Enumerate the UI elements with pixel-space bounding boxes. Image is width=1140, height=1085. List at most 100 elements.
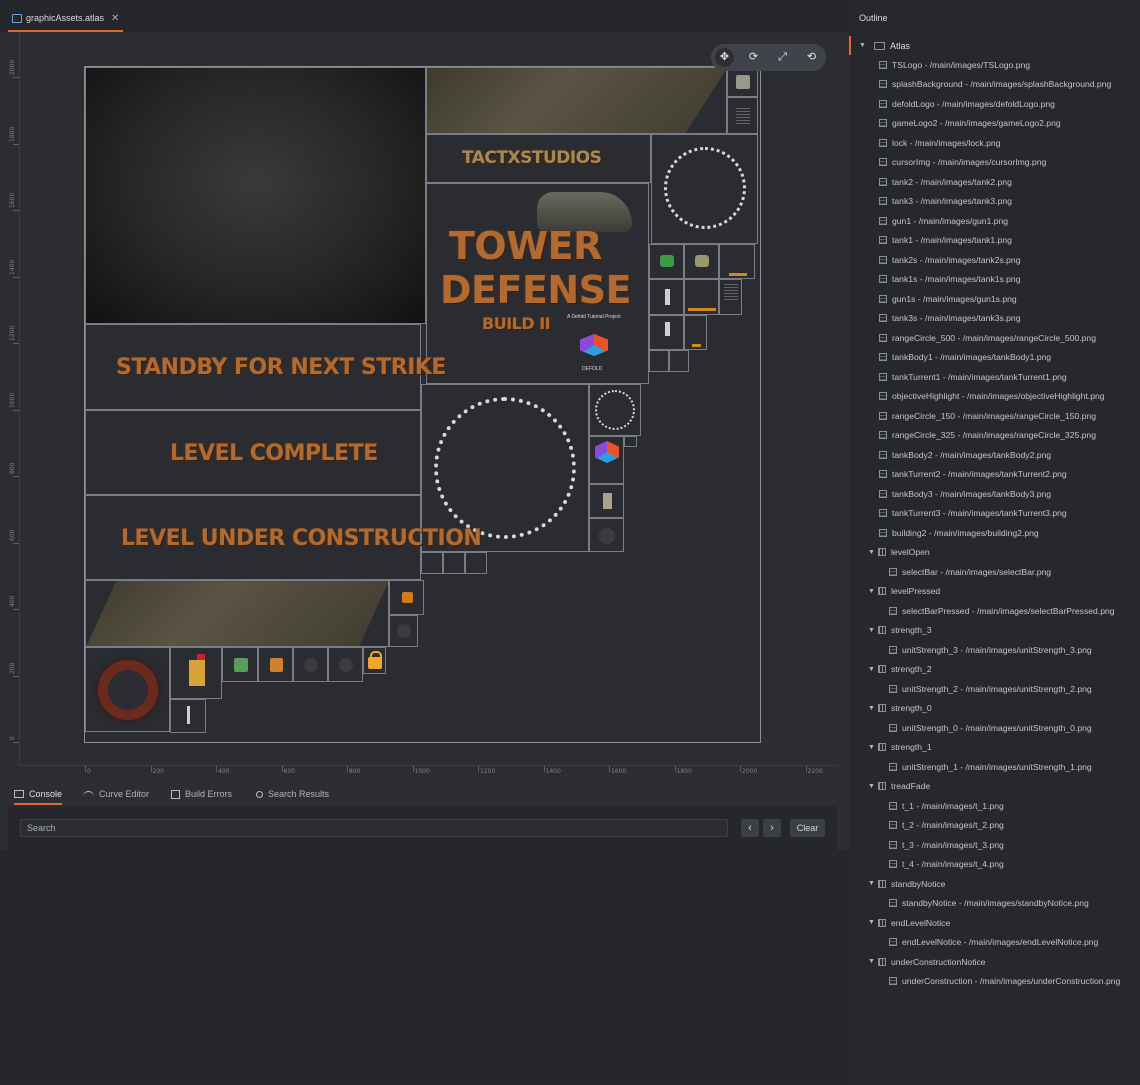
outline-image-item[interactable]: selectBar - /main/images/selectBar.png (849, 562, 1140, 582)
outline-group-item[interactable]: ▼ underConstructionNotice (849, 952, 1140, 972)
outline-image-item[interactable]: TSLogo - /main/images/TSLogo.png (849, 55, 1140, 75)
move-icon[interactable]: ✥ (715, 48, 734, 67)
outline-item-label: standbyNotice (891, 878, 946, 889)
outline-image-item[interactable]: unitStrength_3 - /main/images/unitStreng… (849, 640, 1140, 660)
outline-image-item[interactable]: tankBody1 - /main/images/tankBody1.png (849, 348, 1140, 368)
outline-image-item[interactable]: lock - /main/images/lock.png (849, 133, 1140, 153)
outline-image-item[interactable]: endLevelNotice - /main/images/endLevelNo… (849, 933, 1140, 953)
outline-image-item[interactable]: tank1s - /main/images/tank1s.png (849, 270, 1140, 290)
outline-image-item[interactable]: tank3 - /main/images/tank3.png (849, 192, 1140, 212)
outline-item-label: underConstructionNotice (891, 956, 986, 967)
outline-image-item[interactable]: cursorImg - /main/images/cursorImg.png (849, 153, 1140, 173)
outline-image-item[interactable]: tank3s - /main/images/tank3s.png (849, 309, 1140, 329)
tab-build-errors[interactable]: Build Errors (171, 785, 232, 803)
splash-defold-text: DEFOLD (582, 366, 603, 372)
image-icon (879, 314, 887, 323)
outline-group-item[interactable]: ▼ treadFade (849, 777, 1140, 797)
outline-image-item[interactable]: underConstruction - /main/images/underCo… (849, 972, 1140, 992)
outline-group-item[interactable]: ▼ strength_3 (849, 621, 1140, 641)
select-bar-pressed-image (85, 580, 389, 647)
atlas-preview[interactable]: TACTXSTUDIOS TOWER DEFENSE BUILD II A De… (84, 66, 761, 743)
tab-search-results[interactable]: Search Results (256, 785, 329, 803)
tab-console[interactable]: Console (14, 785, 63, 805)
chevron-down-icon[interactable]: ▼ (868, 627, 878, 634)
outline-item-label: gun1 - /main/images/gun1.png (892, 215, 1009, 226)
outline-image-item[interactable]: tankTurrent1 - /main/images/tankTurrent1… (849, 367, 1140, 387)
close-icon[interactable]: ✕ (111, 13, 119, 24)
outline-image-item[interactable]: rangeCircle_150 - /main/images/rangeCirc… (849, 406, 1140, 426)
ruler-y-label: 1600 (9, 192, 16, 208)
ruler-tick (543, 766, 545, 772)
scale-icon[interactable]: ⤢ (773, 48, 792, 67)
outline-image-item[interactable]: tank2s - /main/images/tank2s.png (849, 250, 1140, 270)
outline-group-item[interactable]: ▼ strength_1 (849, 738, 1140, 758)
outline-image-item[interactable]: t_3 - /main/images/t_3.png (849, 835, 1140, 855)
outline-group-item[interactable]: ▼ standbyNotice (849, 874, 1140, 894)
outline-image-item[interactable]: rangeCircle_325 - /main/images/rangeCirc… (849, 426, 1140, 446)
tab-graphic-assets-atlas[interactable]: graphicAssets.atlas ✕ (8, 6, 124, 32)
chevron-down-icon[interactable]: ▼ (868, 783, 878, 790)
outline-image-item[interactable]: unitStrength_1 - /main/images/unitStreng… (849, 757, 1140, 777)
ruler-x-label: 2000 (742, 768, 758, 775)
outline-image-item[interactable]: tank2 - /main/images/tank2.png (849, 172, 1140, 192)
animation-group-icon (878, 665, 886, 674)
outline-root-atlas[interactable]: ▼ Atlas (849, 36, 1140, 55)
tread-cell (669, 350, 689, 372)
outline-group-item[interactable]: ▼ levelPressed (849, 582, 1140, 602)
image-icon (879, 138, 887, 147)
range-circle-150-image (589, 384, 641, 436)
outline-image-item[interactable]: splashBackground - /main/images/splashBa… (849, 75, 1140, 95)
outline-image-item[interactable]: t_4 - /main/images/t_4.png (849, 855, 1140, 875)
chevron-down-icon[interactable]: ▼ (868, 666, 878, 673)
outline-group-item[interactable]: ▼ strength_2 (849, 660, 1140, 680)
outline-image-item[interactable]: standbyNotice - /main/images/standbyNoti… (849, 894, 1140, 914)
outline-item-label: TSLogo - /main/images/TSLogo.png (892, 59, 1031, 70)
objective-highlight-cell (589, 518, 624, 552)
outline-image-item[interactable]: gameLogo2 - /main/images/gameLogo2.png (849, 114, 1140, 134)
image-icon (879, 489, 887, 498)
ruler-tick (13, 609, 19, 610)
outline-image-item[interactable]: building2 - /main/images/building2.png (849, 523, 1140, 543)
image-icon (879, 450, 887, 459)
outline-image-item[interactable]: unitStrength_2 - /main/images/unitStreng… (849, 679, 1140, 699)
chevron-down-icon[interactable]: ▼ (868, 919, 878, 926)
chevron-down-icon[interactable]: ▼ (868, 705, 878, 712)
outline-image-item[interactable]: t_1 - /main/images/t_1.png (849, 796, 1140, 816)
outline-image-item[interactable]: objectiveHighlight - /main/images/object… (849, 387, 1140, 407)
chevron-down-icon[interactable]: ▼ (868, 880, 878, 887)
outline-image-item[interactable]: tankTurrent2 - /main/images/tankTurrent2… (849, 465, 1140, 485)
outline-group-item[interactable]: ▼ endLevelNotice (849, 913, 1140, 933)
previous-button[interactable]: ‹ (741, 819, 759, 837)
outline-group-item[interactable]: ▼ strength_0 (849, 699, 1140, 719)
chevron-down-icon[interactable]: ▼ (868, 958, 878, 965)
outline-image-item[interactable]: tank1 - /main/images/tank1.png (849, 231, 1140, 251)
outline-image-item[interactable]: gun1 - /main/images/gun1.png (849, 211, 1140, 231)
console-search-input[interactable]: Search (20, 819, 728, 837)
tab-curve-editor[interactable]: Curve Editor (83, 785, 149, 803)
outline-image-item[interactable]: gun1s - /main/images/gun1s.png (849, 289, 1140, 309)
image-icon (879, 158, 887, 167)
rotate-icon[interactable]: ⟳ (744, 48, 763, 67)
tank-turret-cell (589, 484, 624, 518)
reset-icon[interactable]: ⟲ (802, 48, 821, 67)
image-icon (879, 255, 887, 264)
chevron-down-icon[interactable]: ▼ (868, 588, 878, 595)
next-button[interactable]: › (763, 819, 781, 837)
outline-image-item[interactable]: t_2 - /main/images/t_2.png (849, 816, 1140, 836)
outline-image-item[interactable]: tankBody3 - /main/images/tankBody3.png (849, 484, 1140, 504)
outline-image-item[interactable]: rangeCircle_500 - /main/images/rangeCirc… (849, 328, 1140, 348)
clear-button[interactable]: Clear (790, 819, 825, 837)
outline-image-item[interactable]: selectBarPressed - /main/images/selectBa… (849, 601, 1140, 621)
outline-image-item[interactable]: tankBody2 - /main/images/tankBody2.png (849, 445, 1140, 465)
chevron-down-icon[interactable]: ▼ (868, 744, 878, 751)
chevron-down-icon[interactable]: ▼ (868, 549, 878, 556)
outline-group-item[interactable]: ▼ levelOpen (849, 543, 1140, 563)
outline-image-item[interactable]: tankTurrent3 - /main/images/tankTurrent3… (849, 504, 1140, 524)
ruler-x-label: 1000 (414, 768, 430, 775)
unit-strength-cell (684, 315, 707, 350)
outline-image-item[interactable]: defoldLogo - /main/images/defoldLogo.png (849, 94, 1140, 114)
outline-image-item[interactable]: unitStrength_0 - /main/images/unitStreng… (849, 718, 1140, 738)
outline-item-label: cursorImg - /main/images/cursorImg.png (892, 157, 1047, 168)
bottom-panel-tabs: Console Curve Editor Build Errors Search… (8, 781, 837, 805)
chevron-down-icon[interactable]: ▼ (859, 42, 869, 49)
